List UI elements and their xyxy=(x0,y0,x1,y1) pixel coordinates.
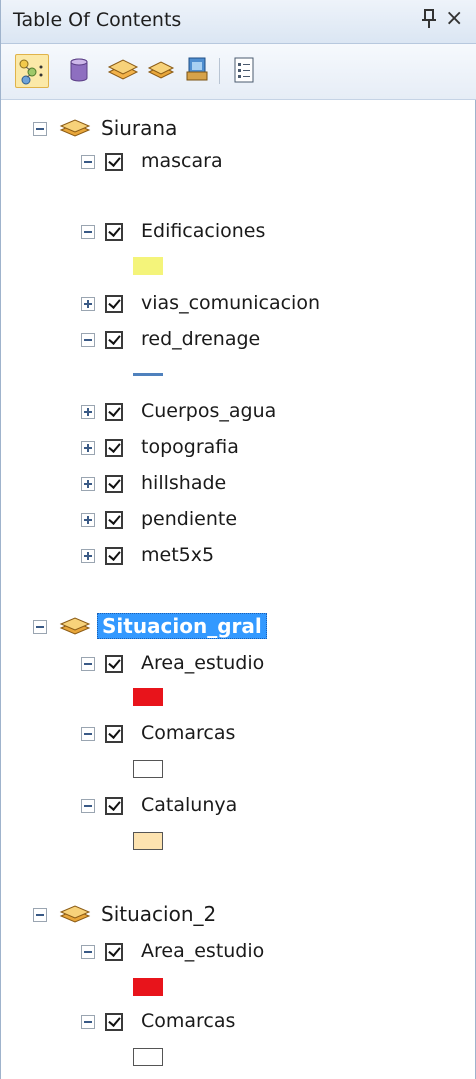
layer-row-hillshade[interactable]: hillshade xyxy=(1,468,476,498)
group-row-situacion-gral[interactable]: Situacion_gral xyxy=(1,612,476,642)
layer-row-area-estudio[interactable]: Area_estudio xyxy=(1,936,476,966)
layer-label[interactable]: vias_comunicacion xyxy=(141,292,320,314)
collapse-icon[interactable] xyxy=(33,122,47,136)
layer-row-met5x5[interactable]: met5x5 xyxy=(1,540,476,570)
collapse-icon[interactable] xyxy=(81,727,95,741)
collapse-icon[interactable] xyxy=(81,657,95,671)
layer-label[interactable]: topografia xyxy=(141,436,239,458)
group-row-situacion-2[interactable]: Situacion_2 xyxy=(1,900,476,930)
collapse-icon[interactable] xyxy=(81,799,95,813)
options-list-icon xyxy=(234,57,254,83)
selectable-layers-icon xyxy=(186,57,208,81)
layer-visibility-checkbox[interactable] xyxy=(105,943,123,961)
layer-row-cuerpos-agua[interactable]: Cuerpos_agua xyxy=(1,396,476,426)
toolbar-separator xyxy=(219,58,220,84)
collapse-icon[interactable] xyxy=(81,1015,95,1029)
layer-row-vias-comunicacion[interactable]: vias_comunicacion xyxy=(1,288,476,318)
list-by-selection-toggle-button[interactable] xyxy=(181,54,215,88)
fill-symbol-swatch[interactable] xyxy=(133,1048,163,1066)
layer-visibility-checkbox[interactable] xyxy=(105,511,123,529)
layer-visibility-checkbox[interactable] xyxy=(105,655,123,673)
list-by-selection-button[interactable] xyxy=(145,54,179,88)
toc-toolbar xyxy=(1,44,476,100)
collapse-icon[interactable] xyxy=(81,333,95,347)
group-row-siurana[interactable]: Siurana xyxy=(1,114,476,144)
layer-visibility-checkbox[interactable] xyxy=(105,547,123,565)
layer-label[interactable]: Area_estudio xyxy=(141,652,264,674)
expand-icon[interactable] xyxy=(81,405,95,419)
layer-label[interactable]: Cuerpos_agua xyxy=(141,400,276,422)
layer-visibility-checkbox[interactable] xyxy=(105,1013,123,1031)
line-symbol-swatch[interactable] xyxy=(133,373,163,376)
layer-tree: Siurana mascara Edificaciones vias_comun… xyxy=(1,100,476,1079)
layers-group-icon xyxy=(59,119,91,137)
fill-symbol-swatch[interactable] xyxy=(133,760,163,778)
collapse-icon[interactable] xyxy=(33,620,47,634)
layers-group-icon xyxy=(59,617,91,635)
layer-visibility-checkbox[interactable] xyxy=(105,725,123,743)
fill-symbol-swatch[interactable] xyxy=(133,832,163,850)
layer-visibility-checkbox[interactable] xyxy=(105,153,123,171)
options-button[interactable] xyxy=(227,54,261,88)
selection-icon xyxy=(147,61,175,79)
layer-row-mascara[interactable]: mascara xyxy=(1,146,476,176)
layer-visibility-checkbox[interactable] xyxy=(105,223,123,241)
list-by-source-button[interactable] xyxy=(63,54,97,88)
group-label-selected[interactable]: Situacion_gral xyxy=(97,613,267,639)
layer-visibility-checkbox[interactable] xyxy=(105,295,123,313)
layer-label[interactable]: met5x5 xyxy=(141,544,214,566)
expand-icon[interactable] xyxy=(81,297,95,311)
layer-label[interactable]: Area_estudio xyxy=(141,940,264,962)
layer-label[interactable]: pendiente xyxy=(141,508,237,530)
layer-row-topografia[interactable]: topografia xyxy=(1,432,476,462)
layer-row-comarcas[interactable]: Comarcas xyxy=(1,718,476,748)
database-icon xyxy=(70,58,88,82)
layer-label[interactable]: Comarcas xyxy=(141,1010,235,1032)
group-label[interactable]: Situacion_2 xyxy=(101,902,216,926)
panel-titlebar: Table Of Contents × xyxy=(1,0,476,44)
fill-symbol-swatch[interactable] xyxy=(133,978,163,996)
layer-row-red-drenage[interactable]: red_drenage xyxy=(1,324,476,354)
expand-icon[interactable] xyxy=(81,477,95,491)
layer-label[interactable]: hillshade xyxy=(141,472,226,494)
layer-visibility-checkbox[interactable] xyxy=(105,403,123,421)
layers-group-icon xyxy=(59,905,91,923)
layer-visibility-checkbox[interactable] xyxy=(105,797,123,815)
fill-symbol-swatch[interactable] xyxy=(133,257,163,275)
layer-row-edificaciones[interactable]: Edificaciones xyxy=(1,216,476,246)
layer-visibility-checkbox[interactable] xyxy=(105,331,123,349)
collapse-icon[interactable] xyxy=(81,155,95,169)
list-by-drawing-order-icon xyxy=(19,59,43,85)
group-label[interactable]: Siurana xyxy=(101,116,177,140)
layer-visibility-checkbox[interactable] xyxy=(105,439,123,457)
collapse-icon[interactable] xyxy=(81,225,95,239)
pin-icon[interactable] xyxy=(421,8,437,35)
panel-title: Table Of Contents xyxy=(13,9,182,31)
layer-label[interactable]: red_drenage xyxy=(141,328,260,350)
layer-row-area-estudio[interactable]: Area_estudio xyxy=(1,648,476,678)
layers-visibility-icon xyxy=(107,59,139,80)
collapse-icon[interactable] xyxy=(81,945,95,959)
collapse-icon[interactable] xyxy=(33,908,47,922)
layer-label[interactable]: Comarcas xyxy=(141,722,235,744)
table-of-contents-panel: Table Of Contents × Siurana mascara Edif… xyxy=(0,0,476,1079)
layer-row-catalunya[interactable]: Catalunya xyxy=(1,790,476,820)
layer-row-comarcas[interactable]: Comarcas xyxy=(1,1006,476,1036)
list-by-visibility-button[interactable] xyxy=(105,54,139,88)
layer-label[interactable]: Edificaciones xyxy=(141,220,265,242)
expand-icon[interactable] xyxy=(81,513,95,527)
layer-visibility-checkbox[interactable] xyxy=(105,475,123,493)
fill-symbol-swatch[interactable] xyxy=(133,688,163,706)
layer-label[interactable]: Catalunya xyxy=(141,794,237,816)
list-by-drawing-order-button[interactable] xyxy=(15,54,49,88)
layer-row-pendiente[interactable]: pendiente xyxy=(1,504,476,534)
layer-label[interactable]: mascara xyxy=(141,150,223,172)
expand-icon[interactable] xyxy=(81,549,95,563)
expand-icon[interactable] xyxy=(81,441,95,455)
close-icon[interactable]: × xyxy=(445,6,463,31)
